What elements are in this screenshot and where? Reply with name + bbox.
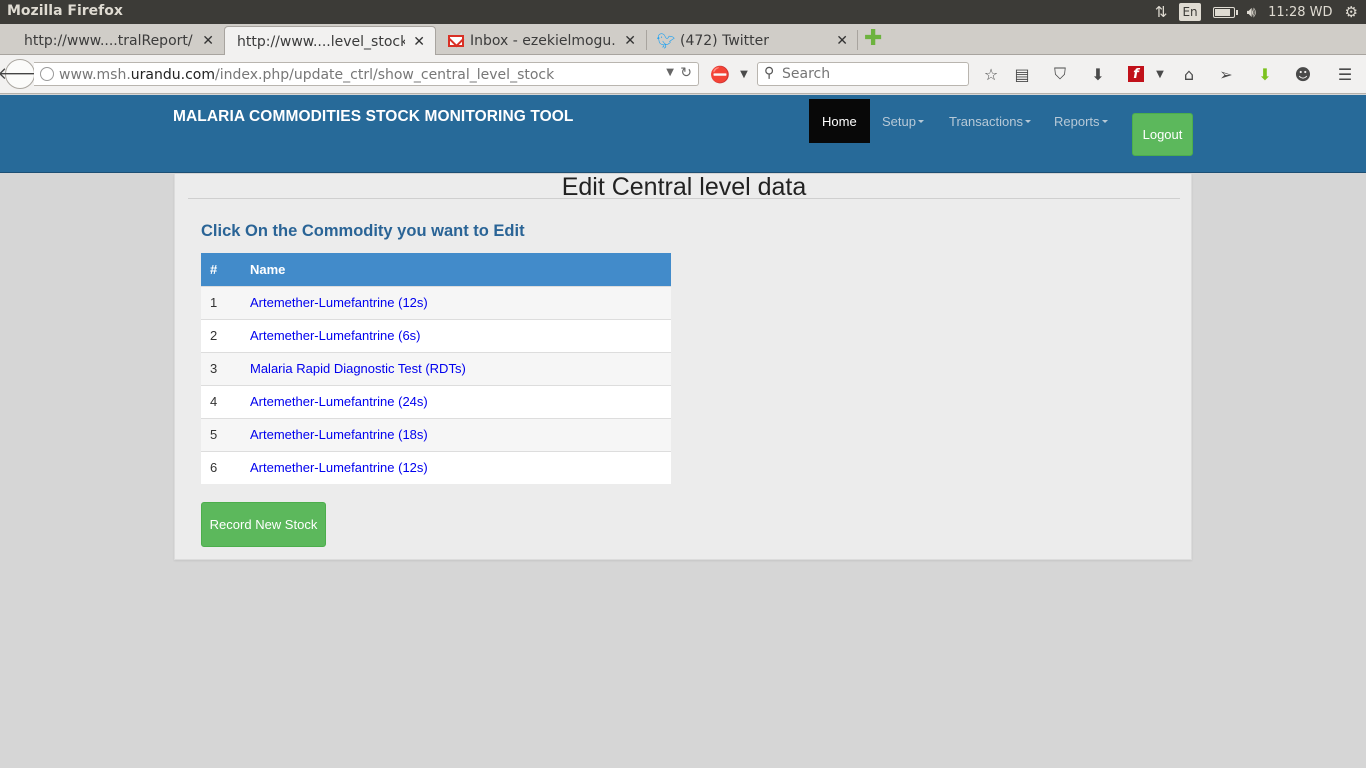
- tab-divider: [857, 30, 858, 50]
- column-header-name: Name: [241, 253, 671, 286]
- table-row: 6 Artemether-Lumefantrine (12s): [201, 450, 671, 484]
- network-arrows-icon[interactable]: ⇅: [1155, 0, 1168, 24]
- search-input[interactable]: [782, 66, 962, 82]
- table-row: 4 Artemether-Lumefantrine (24s): [201, 384, 671, 418]
- row-number: 6: [201, 450, 241, 484]
- tab-label: http://www....tralReport/: [24, 33, 193, 49]
- nav-setup-label: Setup: [882, 113, 916, 129]
- flash-dropdown-icon[interactable]: ▼: [1150, 64, 1170, 84]
- commodity-link[interactable]: Artemether-Lumefantrine (24s): [250, 394, 428, 409]
- reading-list-icon[interactable]: ▤: [1012, 64, 1032, 84]
- caret-down-icon: [917, 119, 924, 123]
- home-icon[interactable]: ⌂: [1179, 64, 1199, 84]
- close-icon[interactable]: ✕: [202, 33, 214, 49]
- twitter-icon: 🐦︎: [656, 32, 676, 50]
- section-heading: Click On the Commodity you want to Edit: [201, 222, 525, 240]
- battery-icon[interactable]: [1212, 6, 1238, 18]
- table-row: 1 Artemether-Lumefantrine (12s): [201, 285, 671, 319]
- caret-down-icon: [1024, 119, 1031, 123]
- commodity-cell: Malaria Rapid Diagnostic Test (RDTs): [241, 351, 671, 385]
- close-icon[interactable]: ✕: [836, 33, 848, 49]
- commodity-table: # Name 1 Artemether-Lumefantrine (12s) 2…: [201, 253, 671, 484]
- commodity-cell: Artemether-Lumefantrine (12s): [241, 285, 671, 319]
- bookmark-star-icon[interactable]: ☆: [981, 64, 1001, 84]
- page-content: MALARIA COMMODITIES STOCK MONITORING TOO…: [0, 95, 1366, 768]
- commodity-cell: Artemether-Lumefantrine (18s): [241, 417, 671, 451]
- commodity-link[interactable]: Artemether-Lumefantrine (6s): [250, 328, 421, 343]
- pocket-icon[interactable]: ⛉: [1050, 64, 1070, 84]
- tab-label: Inbox - ezekielmogu...: [470, 33, 617, 49]
- row-number: 4: [201, 384, 241, 418]
- back-arrow-icon[interactable]: 🡐: [0, 59, 43, 89]
- keyboard-layout-indicator[interactable]: En: [1179, 3, 1201, 21]
- row-number: 1: [201, 285, 241, 319]
- navigation-toolbar: 🡐 www.msh.urandu.com/index.php/update_ct…: [0, 55, 1366, 94]
- window-title: Mozilla Firefox: [7, 3, 123, 19]
- commodity-link[interactable]: Artemether-Lumefantrine (18s): [250, 427, 428, 442]
- commodity-cell: Artemether-Lumefantrine (24s): [241, 384, 671, 418]
- close-icon[interactable]: ✕: [413, 34, 425, 50]
- os-top-bar: Mozilla Firefox ⇅ En 🔊︎ 11:28 WD ⚙: [0, 0, 1366, 24]
- row-number: 3: [201, 351, 241, 385]
- tab-level-stock[interactable]: http://www....level_stock ✕: [224, 26, 436, 56]
- row-number: 2: [201, 318, 241, 352]
- table-row: 3 Malaria Rapid Diagnostic Test (RDTs): [201, 351, 671, 385]
- nav-reports[interactable]: Reports: [1054, 99, 1108, 143]
- commodity-cell: Artemether-Lumefantrine (12s): [241, 450, 671, 484]
- hamburger-menu-icon[interactable]: ☰: [1335, 64, 1355, 84]
- battery-level-fill: [1214, 8, 1230, 16]
- url-bar[interactable]: www.msh.urandu.com/index.php/update_ctrl…: [34, 62, 699, 86]
- commodity-cell: Artemether-Lumefantrine (6s): [241, 318, 671, 352]
- commodity-link[interactable]: Artemether-Lumefantrine (12s): [250, 460, 428, 475]
- table-row: 5 Artemether-Lumefantrine (18s): [201, 417, 671, 451]
- reload-icon[interactable]: ↻: [680, 65, 692, 81]
- gmail-icon: [448, 33, 464, 49]
- search-icon: ⚲: [764, 65, 775, 81]
- nav-setup[interactable]: Setup: [882, 99, 924, 143]
- url-text[interactable]: www.msh.urandu.com/index.php/update_ctrl…: [59, 67, 554, 83]
- tab-label: (472) Twitter: [680, 33, 770, 49]
- tab-label: http://www....level_stock: [237, 33, 406, 50]
- nav-transactions[interactable]: Transactions: [949, 99, 1031, 143]
- downloads-icon[interactable]: ⬇: [1088, 64, 1108, 84]
- logout-button[interactable]: Logout: [1132, 113, 1193, 156]
- row-number: 5: [201, 417, 241, 451]
- clock[interactable]: 11:28 WD: [1268, 5, 1332, 20]
- edit-panel: Edit Central level data Click On the Com…: [174, 173, 1192, 560]
- volume-icon[interactable]: 🔊︎: [1247, 0, 1256, 24]
- plugin-dropdown-icon[interactable]: ▼: [734, 64, 754, 84]
- commodity-link[interactable]: Artemether-Lumefantrine (12s): [250, 295, 428, 310]
- tab-central-report[interactable]: http://www....tralReport/ ✕: [12, 27, 224, 55]
- new-tab-plus-icon[interactable]: ✚: [864, 28, 882, 50]
- system-tray: ⇅ En 🔊︎ 11:28 WD ⚙: [1155, 0, 1358, 24]
- url-dropdown-icon[interactable]: ▼: [666, 67, 674, 78]
- nav-home[interactable]: Home: [809, 99, 870, 143]
- caret-down-icon: [1101, 119, 1108, 123]
- settings-gear-icon[interactable]: ⚙: [1345, 0, 1358, 24]
- title-divider: [188, 198, 1180, 199]
- app-navbar: MALARIA COMMODITIES STOCK MONITORING TOO…: [0, 95, 1366, 173]
- download-helper-icon[interactable]: ⬇: [1255, 64, 1275, 84]
- globe-icon: [40, 67, 54, 81]
- chat-icon[interactable]: ☻: [1293, 64, 1313, 84]
- commodity-link[interactable]: Malaria Rapid Diagnostic Test (RDTs): [250, 361, 466, 376]
- app-brand[interactable]: MALARIA COMMODITIES STOCK MONITORING TOO…: [173, 108, 574, 126]
- table-row: 2 Artemether-Lumefantrine (6s): [201, 318, 671, 352]
- close-icon[interactable]: ✕: [624, 33, 636, 49]
- blocked-plugin-icon[interactable]: ⛔: [710, 64, 730, 84]
- send-icon[interactable]: ➢: [1216, 64, 1236, 84]
- nav-transactions-label: Transactions: [949, 113, 1023, 129]
- tab-divider: [646, 30, 647, 50]
- record-new-stock-button[interactable]: Record New Stock: [201, 502, 326, 547]
- tab-gmail-inbox[interactable]: Inbox - ezekielmogu... ✕: [436, 27, 646, 55]
- flash-plugin-icon[interactable]: f: [1128, 66, 1144, 82]
- tab-twitter[interactable]: 🐦︎ (472) Twitter ✕: [646, 27, 858, 55]
- search-box[interactable]: ⚲: [757, 62, 969, 86]
- table-header-row: # Name: [201, 253, 671, 286]
- nav-reports-label: Reports: [1054, 113, 1100, 129]
- column-header-number: #: [201, 253, 241, 286]
- tab-strip: http://www....tralReport/ ✕ http://www..…: [0, 24, 1366, 56]
